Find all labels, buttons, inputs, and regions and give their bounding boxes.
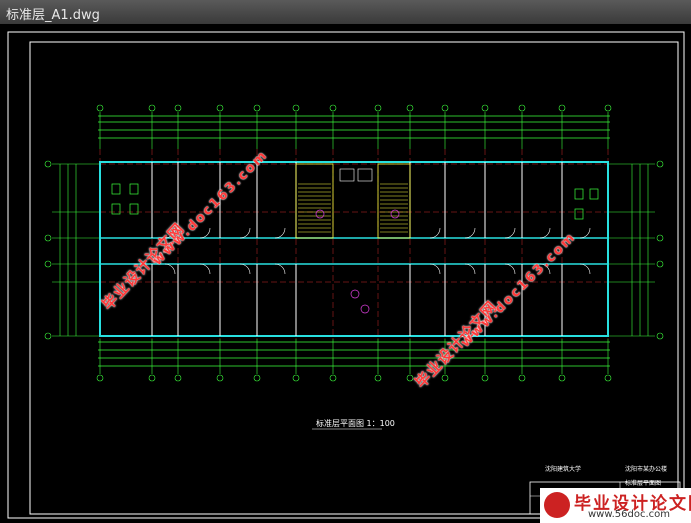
titleblock-project: 沈阳市某办公楼 <box>625 466 668 473</box>
site-logo: 毕业设计论文网 www.56doc.com <box>540 488 691 523</box>
window-title: 标准层_A1.dwg <box>6 8 100 23</box>
titleblock-school: 沈阳建筑大学 <box>545 466 582 473</box>
logo-icon <box>544 492 570 518</box>
window-titlebar: 标准层_A1.dwg <box>0 0 691 25</box>
logo-url: www.56doc.com <box>588 509 671 520</box>
drawing-caption: 标准层平面图 1：100 <box>316 419 395 428</box>
floor-plan-drawing <box>7 31 685 519</box>
titleblock-sheet: 标准层平面图 <box>625 480 662 487</box>
cad-canvas[interactable] <box>0 24 691 523</box>
